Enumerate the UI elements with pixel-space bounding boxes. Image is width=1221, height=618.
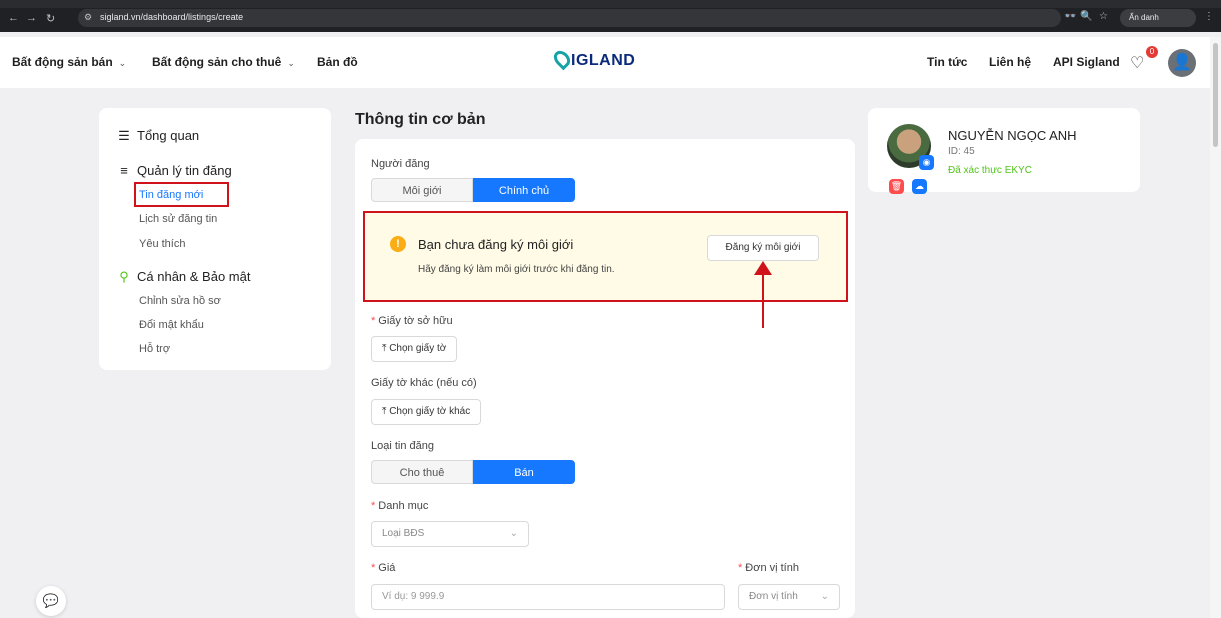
sidebar-section-listings[interactable]: ≡ Quản lý tin đăng xyxy=(117,163,232,178)
category-select-value: Loại BĐS xyxy=(382,528,425,539)
choose-other-doc-button[interactable]: ⤒ Chọn giấy tờ khác xyxy=(371,399,482,425)
dashboard-sidebar xyxy=(99,108,331,370)
sidebar-item-overview-label: Tổng quan xyxy=(137,128,200,143)
sidebar-section-account-label: Cá nhân & Bảo mật xyxy=(137,269,251,284)
listings-manage-icon: ≡ xyxy=(120,163,128,178)
poster-option-broker[interactable]: Môi giới xyxy=(371,178,473,202)
forward-icon[interactable]: → xyxy=(26,12,37,24)
site-logo[interactable]: IGLAND xyxy=(550,47,636,71)
category-label: * Danh mục xyxy=(371,500,428,512)
choose-ownership-doc-button[interactable]: ⤒ Chọn giấy tờ xyxy=(371,336,458,362)
favorites-heart-icon[interactable]: ♡ xyxy=(1130,53,1144,73)
nav-rent-label: Bất động sản cho thuê xyxy=(152,55,282,69)
user-security-icon: ⚲ xyxy=(119,269,129,284)
sidebar-item-listing-history[interactable]: Lịch sử đăng tin xyxy=(139,213,217,225)
sidebar-item-overview[interactable]: ☰ Tổng quan xyxy=(117,128,199,144)
page-title: Thông tin cơ bản xyxy=(355,111,486,128)
profile-id: ID: 45 xyxy=(948,146,975,157)
back-icon[interactable]: ← xyxy=(8,12,19,24)
site-settings-icon[interactable]: ⚙ xyxy=(84,12,92,23)
choose-other-doc-label: Chọn giấy tờ khác xyxy=(389,406,471,417)
unit-select[interactable]: Đơn vị tính ⌄ xyxy=(738,584,840,610)
chevron-down-icon: ⌄ xyxy=(509,528,518,539)
zoom-icon[interactable]: 🔍 xyxy=(1080,11,1092,22)
incognito-badge[interactable]: Ẩn danh xyxy=(1120,9,1196,27)
listing-type-label: Loại tin đăng xyxy=(371,440,434,452)
sidebar-item-change-password[interactable]: Đổi mật khẩu xyxy=(139,319,204,331)
profile-name: NGUYỄN NGỌC ANH xyxy=(948,128,1077,143)
reload-icon[interactable]: ↻ xyxy=(46,12,55,25)
bookmark-star-icon[interactable]: ☆ xyxy=(1099,11,1108,22)
poster-type-toggle: Môi giới Chính chủ xyxy=(371,178,575,202)
url-text: sigland.vn/dashboard/listings/create xyxy=(100,12,244,22)
chevron-down-icon: ⌄ xyxy=(118,58,127,68)
ownership-label-text: Giấy tờ sở hữu xyxy=(378,315,453,327)
price-input[interactable]: Ví dụ: 9 999.9 xyxy=(371,584,725,610)
chevron-down-icon: ⌄ xyxy=(820,591,829,602)
nav-map[interactable]: Bản đồ xyxy=(317,55,358,69)
required-mark: * xyxy=(738,562,743,574)
category-select[interactable]: Loại BĐS ⌄ xyxy=(371,521,529,547)
delete-icon[interactable]: 🗑 xyxy=(889,179,904,194)
annotation-highlight-box xyxy=(363,211,848,302)
logo-text: IGLAND xyxy=(571,52,636,69)
annotation-arrow-head-icon xyxy=(754,261,772,275)
annotation-highlight-box xyxy=(134,182,229,207)
sidebar-item-favorites[interactable]: Yêu thích xyxy=(139,238,185,250)
nav-sale[interactable]: Bất động sản bán ⌄ xyxy=(12,55,126,69)
poster-option-owner[interactable]: Chính chủ xyxy=(473,178,575,202)
ownership-label: * Giấy tờ sở hữu xyxy=(371,315,453,327)
other-docs-label: Giấy tờ khác (nếu có) xyxy=(371,377,477,389)
sidebar-item-edit-profile[interactable]: Chỉnh sửa hồ sơ xyxy=(139,295,221,307)
poster-label: Người đăng xyxy=(371,158,430,170)
price-label: * Giá xyxy=(371,562,395,574)
camera-icon[interactable]: ◉ xyxy=(919,155,934,170)
unit-label: * Đơn vị tính xyxy=(738,562,799,574)
tab-strip xyxy=(0,0,1221,8)
page-scrollbar[interactable] xyxy=(1210,37,1221,618)
location-pin-icon xyxy=(550,47,574,71)
chat-support-icon[interactable]: 💬 xyxy=(36,586,66,616)
nav-contact[interactable]: Liên hệ xyxy=(989,55,1031,69)
nav-api[interactable]: API Sigland xyxy=(1053,55,1120,69)
browser-chrome: ← → ↻ ⚙ sigland.vn/dashboard/listings/cr… xyxy=(0,0,1221,32)
nav-sale-label: Bất động sản bán xyxy=(12,55,113,69)
site-header: Bất động sản bán ⌄ Bất động sản cho thuê ⌄… xyxy=(0,37,1210,88)
nav-rent[interactable]: Bất động sản cho thuê ⌄ xyxy=(152,55,295,69)
listing-type-toggle: Cho thuê Bán xyxy=(371,460,575,484)
sidebar-section-account[interactable]: ⚲ Cá nhân & Bảo mật xyxy=(117,269,250,285)
chevron-down-icon: ⌄ xyxy=(287,58,295,68)
listing-type-rent[interactable]: Cho thuê xyxy=(371,460,473,484)
address-bar[interactable]: ⚙ sigland.vn/dashboard/listings/create xyxy=(78,9,1061,27)
upload-cloud-icon[interactable]: ☁ xyxy=(912,179,927,194)
required-mark: * xyxy=(371,315,376,327)
unit-label-text: Đơn vị tính xyxy=(745,562,799,574)
required-mark: * xyxy=(371,562,376,574)
category-label-text: Danh mục xyxy=(378,500,429,512)
unit-select-value: Đơn vị tính xyxy=(749,591,798,602)
incognito-label: Ẩn danh xyxy=(1129,13,1159,22)
price-label-text: Giá xyxy=(378,562,396,574)
annotation-arrow-shaft xyxy=(762,272,764,328)
nav-news[interactable]: Tin tức xyxy=(927,55,967,69)
sidebar-item-support[interactable]: Hỗ trợ xyxy=(139,343,170,355)
required-mark: * xyxy=(371,500,376,512)
user-avatar-icon[interactable]: 👤 xyxy=(1168,49,1196,77)
listing-type-sale[interactable]: Bán xyxy=(473,460,575,484)
sidebar-section-listings-label: Quản lý tin đăng xyxy=(137,163,232,178)
browser-menu-icon[interactable]: ⋮ xyxy=(1204,11,1214,22)
scrollbar-thumb[interactable] xyxy=(1213,43,1218,147)
ekyc-status: Đã xác thực EKYC xyxy=(948,165,1032,176)
choose-ownership-doc-label: Chọn giấy tờ xyxy=(389,343,447,354)
list-icon: ☰ xyxy=(118,128,130,143)
favorites-count-badge: 0 xyxy=(1146,46,1158,58)
incognito-eyes-icon[interactable]: 👓 xyxy=(1064,11,1076,22)
